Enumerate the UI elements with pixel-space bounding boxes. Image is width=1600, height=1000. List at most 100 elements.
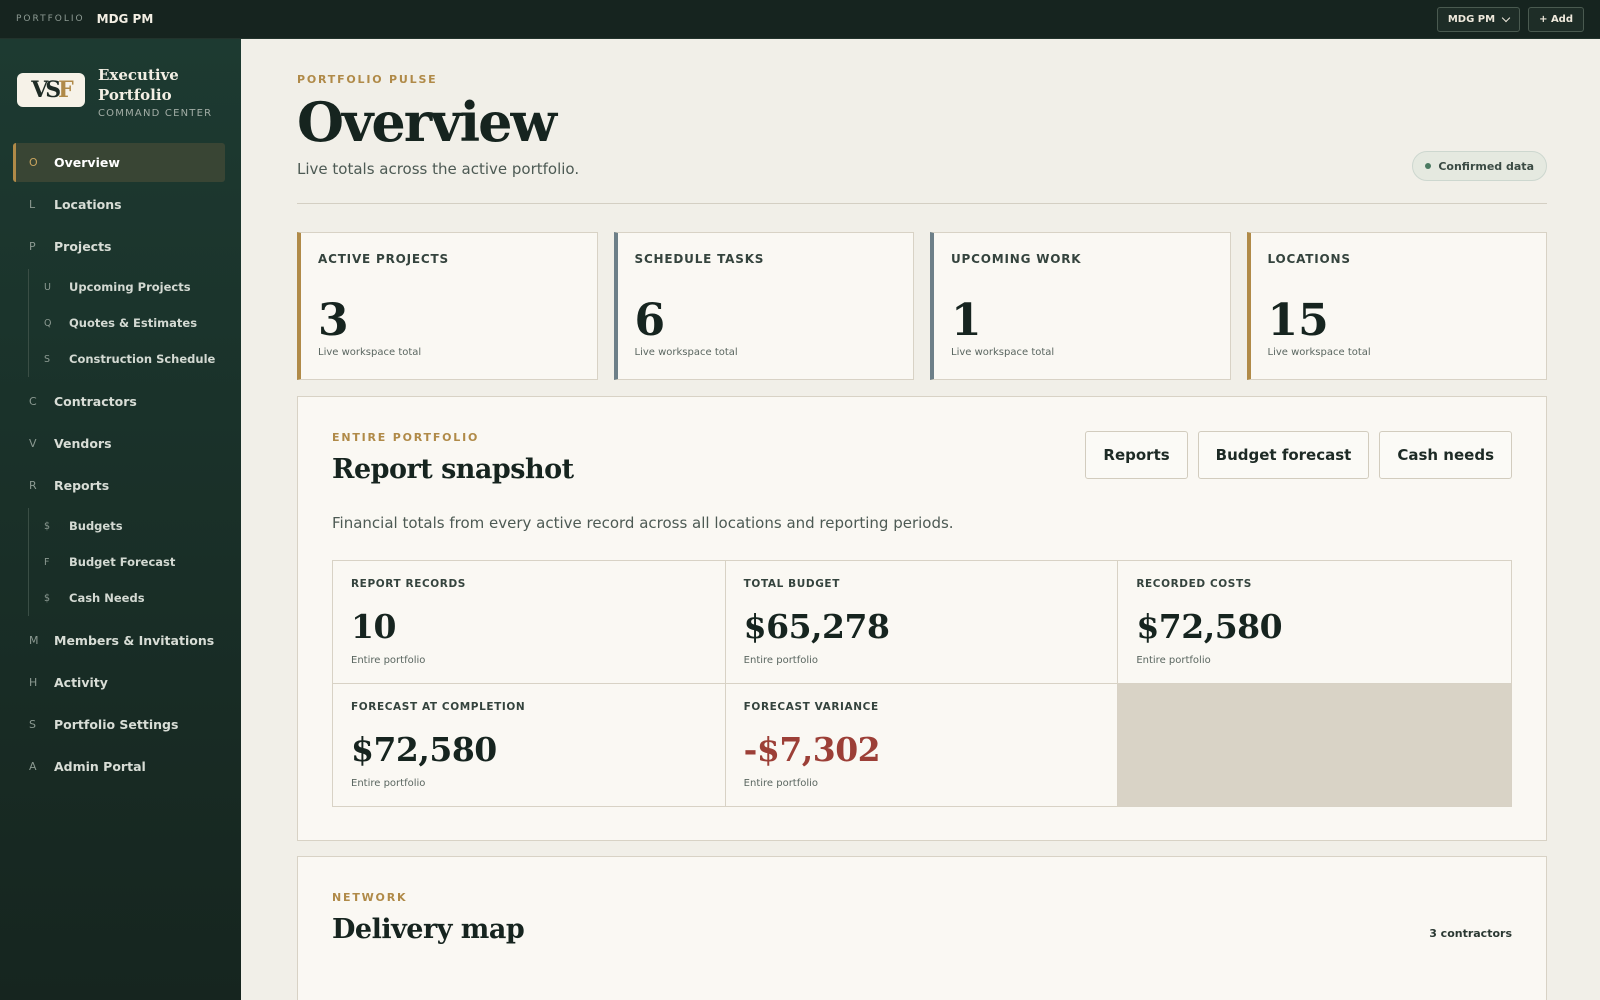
sidebar-item-label: Portfolio Settings	[54, 717, 179, 732]
snapshot-kicker: ENTIRE PORTFOLIO	[332, 431, 480, 444]
stat-caption: Live workspace total	[1267, 347, 1371, 358]
page-title: Overview	[297, 90, 557, 154]
sidebar-item-locations[interactable]: L Locations	[13, 185, 225, 224]
metric-recorded-costs: RECORDED COSTS $72,580 Entire portfolio	[1118, 561, 1511, 684]
sidebar-item-letter: M	[29, 634, 39, 647]
sidebar-item-construction-schedule[interactable]: S Construction Schedule	[29, 341, 225, 377]
snapshot-title: Report snapshot	[332, 454, 574, 485]
reports-subnav: $ Budgets F Budget Forecast $ Cash Needs	[28, 508, 225, 616]
sidebar-item-quotes-estimates[interactable]: Q Quotes & Estimates	[29, 305, 225, 341]
topbar-actions: MDG PM + Add	[1436, 6, 1584, 32]
metric-label: FORECAST AT COMPLETION	[351, 700, 526, 713]
sidebar-item-label: Budgets	[69, 519, 123, 533]
brand: VS F Executive Portfolio COMMAND CENTER	[0, 39, 241, 143]
stat-card-upcoming-work: UPCOMING WORK 1 Live workspace total	[930, 232, 1231, 380]
sidebar-item-letter: O	[29, 156, 38, 169]
brand-title-line2: Portfolio	[98, 86, 172, 104]
sidebar-item-letter: S	[29, 718, 36, 731]
status-badge: Confirmed data	[1412, 151, 1547, 181]
budget-forecast-button[interactable]: Budget forecast	[1197, 431, 1370, 479]
logo-letter-accent: F	[58, 77, 74, 103]
sidebar-item-label: Locations	[54, 197, 122, 212]
stat-caption: Live workspace total	[318, 347, 422, 358]
status-dot-icon	[1425, 163, 1432, 169]
page-header: PORTFOLIO PULSE Overview Live totals acr…	[297, 39, 1547, 204]
stat-caption: Live workspace total	[634, 347, 738, 358]
sidebar-nav: O Overview L Locations P Projects U Upco…	[0, 143, 241, 786]
metric-total-budget: TOTAL BUDGET $65,278 Entire portfolio	[725, 561, 1119, 684]
reports-button[interactable]: Reports	[1085, 431, 1188, 479]
sidebar-item-label: Members & Invitations	[54, 633, 215, 648]
stat-label: UPCOMING WORK	[951, 252, 1082, 266]
stat-card-locations: LOCATIONS 15 Live workspace total	[1246, 232, 1547, 380]
sidebar-item-letter: S	[44, 353, 51, 365]
sidebar-item-vendors[interactable]: V Vendors	[13, 424, 225, 463]
sidebar-item-label: Projects	[54, 239, 112, 254]
stat-cards: ACTIVE PROJECTS 3 Live workspace total S…	[297, 232, 1547, 380]
brand-logo: VS F	[17, 73, 85, 107]
report-snapshot-panel: ENTIRE PORTFOLIO Report snapshot Reports…	[297, 396, 1547, 841]
sidebar-item-projects[interactable]: P Projects	[13, 227, 225, 266]
snapshot-description: Financial totals from every active recor…	[332, 514, 954, 532]
stat-value: 1	[951, 295, 982, 346]
sidebar-item-letter: A	[29, 760, 37, 773]
sidebar-item-budget-forecast[interactable]: F Budget Forecast	[29, 544, 225, 580]
snapshot-actions: Reports Budget forecast Cash needs	[1085, 431, 1512, 479]
sidebar-item-reports[interactable]: R Reports	[13, 466, 225, 505]
sidebar-item-letter: $	[44, 592, 51, 604]
stat-caption: Live workspace total	[951, 347, 1055, 358]
status-badge-label: Confirmed data	[1438, 159, 1534, 173]
network-kicker: NETWORK	[332, 891, 408, 904]
sidebar-item-upcoming-projects[interactable]: U Upcoming Projects	[29, 269, 225, 305]
top-bar: PORTFOLIO MDG PM MDG PM + Add	[0, 0, 1600, 39]
network-title: Delivery map	[332, 914, 525, 945]
sidebar-item-cash-needs[interactable]: $ Cash Needs	[29, 580, 225, 616]
metric-report-records: REPORT RECORDS 10 Entire portfolio	[333, 561, 726, 684]
stat-value: 6	[634, 295, 666, 346]
metric-caption: Entire portfolio	[743, 777, 819, 789]
stat-card-schedule-tasks: SCHEDULE TASKS 6 Live workspace total	[613, 232, 914, 380]
metric-value: -$7,302	[743, 729, 881, 769]
logo-letters: VS	[31, 77, 61, 103]
workspace-name: MDG PM	[96, 12, 154, 26]
chevron-down-icon	[1501, 13, 1511, 22]
sidebar-item-letter: $	[44, 520, 51, 532]
stat-label: ACTIVE PROJECTS	[318, 252, 449, 266]
stat-card-active-projects: ACTIVE PROJECTS 3 Live workspace total	[297, 232, 598, 380]
sidebar-item-label: Contractors	[54, 394, 137, 409]
metric-caption: Entire portfolio	[351, 777, 426, 789]
sidebar-item-activity[interactable]: H Activity	[13, 663, 225, 702]
sidebar-item-label: Vendors	[54, 436, 112, 451]
metric-forecast-variance: FORECAST VARIANCE -$7,302 Entire portfol…	[725, 683, 1119, 806]
sidebar-item-label: Budget Forecast	[69, 555, 176, 569]
delivery-map-panel: NETWORK Delivery map 3 contractors	[297, 856, 1547, 1000]
sidebar-item-members-invitations[interactable]: M Members & Invitations	[13, 621, 225, 660]
sidebar: VS F Executive Portfolio COMMAND CENTER O…	[0, 39, 241, 1000]
projects-subnav: U Upcoming Projects Q Quotes & Estimates…	[28, 269, 225, 377]
sidebar-item-contractors[interactable]: C Contractors	[13, 382, 225, 421]
stat-label: LOCATIONS	[1267, 252, 1351, 266]
add-button[interactable]: + Add	[1528, 6, 1584, 32]
stat-value: 3	[318, 295, 349, 346]
sidebar-item-letter: Q	[44, 317, 52, 329]
metric-label: RECORDED COSTS	[1136, 578, 1252, 590]
contractor-count: 3 contractors	[1429, 927, 1512, 940]
sidebar-item-admin-portal[interactable]: A Admin Portal	[13, 747, 225, 786]
stat-value: 15	[1267, 295, 1329, 346]
sidebar-item-budgets[interactable]: $ Budgets	[29, 508, 225, 544]
sidebar-item-letter: H	[29, 676, 38, 689]
stat-label: SCHEDULE TASKS	[634, 252, 765, 266]
metric-value: 10	[351, 607, 396, 646]
metric-caption: Entire portfolio	[743, 655, 819, 666]
metric-label: FORECAST VARIANCE	[743, 700, 879, 713]
snapshot-metrics-grid: REPORT RECORDS 10 Entire portfolio TOTAL…	[332, 560, 1512, 807]
sidebar-item-portfolio-settings[interactable]: S Portfolio Settings	[13, 705, 225, 744]
sidebar-item-letter: R	[29, 479, 37, 492]
metric-value: $65,278	[743, 607, 890, 646]
workspace-switcher-button[interactable]: MDG PM	[1436, 6, 1521, 32]
main-inner: PORTFOLIO PULSE Overview Live totals acr…	[297, 39, 1547, 1000]
metric-label: REPORT RECORDS	[351, 578, 466, 590]
sidebar-item-overview[interactable]: O Overview	[13, 143, 225, 182]
cash-needs-button[interactable]: Cash needs	[1379, 431, 1512, 479]
workspace-switcher-label: MDG PM	[1447, 13, 1496, 25]
